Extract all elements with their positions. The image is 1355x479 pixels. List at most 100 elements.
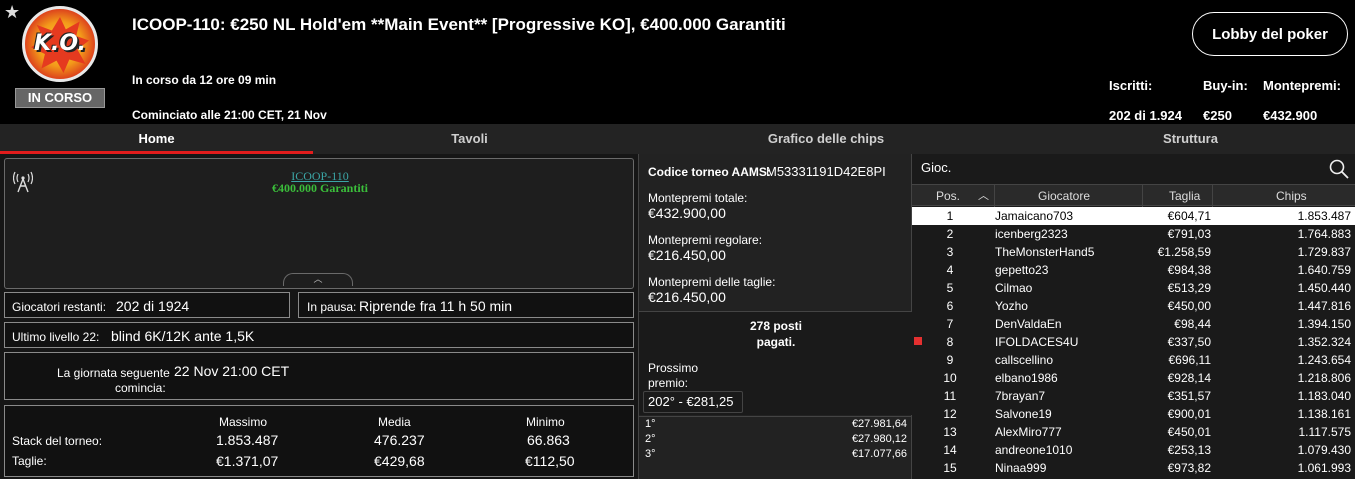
lobby-button[interactable]: Lobby del poker	[1192, 12, 1348, 56]
prize-position: 2°	[645, 433, 656, 445]
total-prize-label: Montepremi totale:	[648, 191, 748, 205]
table-row[interactable]: 10 elbano1986 €928,14 1.218.806	[912, 369, 1355, 387]
table-row[interactable]: 6 Yozho €450,00 1.447.816	[912, 297, 1355, 315]
regular-prize-value: €216.450,00	[648, 247, 726, 263]
player-bounty: €450,01	[1167, 425, 1211, 439]
next-prize-label-1: Prossimo	[648, 361, 699, 375]
paid-places: 278 posti pagati.	[639, 318, 913, 350]
table-row[interactable]: 14 andreone1010 €253,13 1.079.430	[912, 441, 1355, 459]
total-prize-value: €432.900,00	[648, 205, 726, 221]
player-chips: 1.079.430	[1297, 443, 1351, 457]
player-bounty: €791,03	[1167, 227, 1211, 241]
paid-line-2: pagati.	[756, 335, 796, 349]
player-bounty: €351,57	[1167, 389, 1211, 403]
next-day-box: La giornata seguente comincia: 22 Nov 21…	[4, 352, 634, 400]
pause-label: In pausa:	[307, 300, 357, 314]
pause-value: Riprende fra 11 h 50 min	[359, 298, 513, 314]
player-position: 11	[943, 389, 957, 403]
stack-min: 66.863	[527, 432, 570, 448]
table-row[interactable]: 1 Jamaicano703 €604,71 1.853.487	[912, 207, 1355, 225]
bounty-min: €112,50	[525, 453, 575, 469]
player-name: Ninaa999	[995, 461, 1047, 475]
prize-value: €432.900	[1263, 108, 1318, 123]
expand-widget-button[interactable]: ︿	[283, 273, 353, 286]
player-position: 8	[946, 335, 954, 349]
chevron-up-icon: ︿	[313, 274, 323, 284]
paid-places-block: 278 posti pagati. Prossimo premio: 202° …	[639, 311, 913, 415]
level-box: Ultimo livello 22: blind 6K/12K ante 1,5…	[4, 322, 634, 348]
col-bounty[interactable]: Taglia	[1169, 189, 1200, 203]
player-name: 7brayan7	[995, 389, 1046, 403]
prize-row: 2° €27.980,12	[639, 432, 913, 447]
tab-chip-chart[interactable]: Grafico delle chips	[626, 124, 1026, 154]
player-name: TheMonsterHand5	[995, 245, 1095, 259]
player-position: 3	[946, 245, 954, 259]
player-chips: 1.447.816	[1297, 299, 1351, 313]
prize-row: 1° €27.981,64	[639, 417, 913, 432]
prize-amount: €27.981,64	[851, 418, 907, 430]
player-chips: 1.640.759	[1297, 263, 1351, 277]
table-row[interactable]: 3 TheMonsterHand5 €1.258,59 1.729.837	[912, 243, 1355, 261]
widget-guarantee: €400.000 Garantiti	[272, 181, 368, 195]
player-position: 5	[946, 281, 954, 295]
tournament-title: ICOOP-110: €250 NL Hold'em **Main Event*…	[132, 15, 786, 34]
table-row[interactable]: 15 Ninaa999 €973,82 1.061.993	[912, 459, 1355, 477]
sort-up-icon[interactable]: ︿	[978, 187, 989, 203]
table-row[interactable]: 2 icenberg2323 €791,03 1.764.883	[912, 225, 1355, 243]
pause-box: In pausa: Riprende fra 11 h 50 min	[298, 292, 634, 318]
players-list: 1 Jamaicano703 €604,71 1.853.487 2 icenberg23…	[912, 207, 1355, 477]
table-row[interactable]: 8 IFOLDACES4U €337,50 1.352.324	[912, 333, 1355, 351]
table-row[interactable]: 5 Cilmao €513,29 1.450.440	[912, 279, 1355, 297]
players-panel: Gioc. Pos. ︿ Giocatore Taglia Chips 1 Jam…	[912, 154, 1355, 479]
players-left-box: Giocatori restanti: 202 di 1924	[4, 292, 290, 318]
player-bounty: €253,13	[1167, 443, 1211, 457]
player-position: 10	[943, 371, 957, 385]
bounty-avg: €429,68	[374, 453, 425, 469]
running-time: In corso da 12 ore 09 min	[132, 73, 277, 87]
player-chips: 1.352.324	[1297, 335, 1351, 349]
table-row[interactable]: 7 DenValdaEn €98,44 1.394.150	[912, 315, 1355, 333]
player-chips: 1.853.487	[1297, 209, 1351, 223]
next-prize-label-2: premio:	[648, 376, 689, 390]
tab-tables[interactable]: Tavoli	[313, 124, 626, 154]
next-day-label: La giornata seguente	[57, 366, 170, 380]
tournament-widget: ICOOP-110 €400.000 Garantiti	[4, 158, 634, 289]
tab-structure[interactable]: Struttura	[1026, 124, 1355, 154]
next-prize-value: 202° - €281,25	[643, 391, 743, 413]
tab-home[interactable]: Home	[0, 124, 313, 154]
col-chips[interactable]: Chips	[1276, 189, 1307, 203]
player-bounty: €513,29	[1167, 281, 1211, 295]
logo-text: K.O.	[34, 31, 86, 56]
entries-value: 202 di 1.924	[1109, 108, 1182, 123]
player-chips: 1.450.440	[1297, 281, 1351, 295]
table-row[interactable]: 11 7brayan7 €351,57 1.183.040	[912, 387, 1355, 405]
next-day-value: 22 Nov 21:00 CET	[174, 363, 290, 379]
player-name: callscellino	[995, 353, 1054, 367]
star-icon[interactable]: ★	[4, 2, 20, 23]
table-row[interactable]: 9 callscellino €696,11 1.243.654	[912, 351, 1355, 369]
player-bounty: €984,38	[1167, 263, 1211, 277]
buyin-value: €250	[1203, 108, 1232, 123]
col-position[interactable]: Pos.	[936, 189, 960, 203]
players-left-value: 202 di 1924	[116, 298, 190, 314]
col-player[interactable]: Giocatore	[1038, 189, 1090, 203]
players-title: Gioc.	[921, 160, 952, 175]
start-time: Cominciato alle 21:00 CET, 21 Nov	[132, 108, 327, 122]
table-row[interactable]: 4 gepetto23 €984,38 1.640.759	[912, 261, 1355, 279]
player-bounty: €337,50	[1167, 335, 1211, 349]
stack-row-label: Stack del torneo:	[12, 434, 103, 448]
search-icon[interactable]	[1328, 158, 1350, 180]
aams-label: Codice torneo AAMS:	[648, 165, 771, 179]
player-name: IFOLDACES4U	[995, 335, 1079, 349]
tournament-header: ★ K.O. IN CORSO ICOOP-110: €250 NL Hold'…	[0, 0, 1355, 124]
table-row[interactable]: 12 Salvone19 €900,01 1.138.161	[912, 405, 1355, 423]
stack-avg: 476.237	[374, 432, 425, 448]
table-row[interactable]: 13 AlexMiro777 €450,01 1.117.575	[912, 423, 1355, 441]
player-position: 6	[946, 299, 954, 313]
player-name: Jamaicano703	[995, 209, 1074, 223]
player-bounty: €450,00	[1167, 299, 1211, 313]
bounty-max: €1.371,07	[216, 453, 279, 469]
player-bounty: €604,71	[1167, 209, 1211, 223]
player-position: 4	[946, 263, 954, 277]
next-prize-label: Prossimo premio:	[648, 361, 698, 391]
